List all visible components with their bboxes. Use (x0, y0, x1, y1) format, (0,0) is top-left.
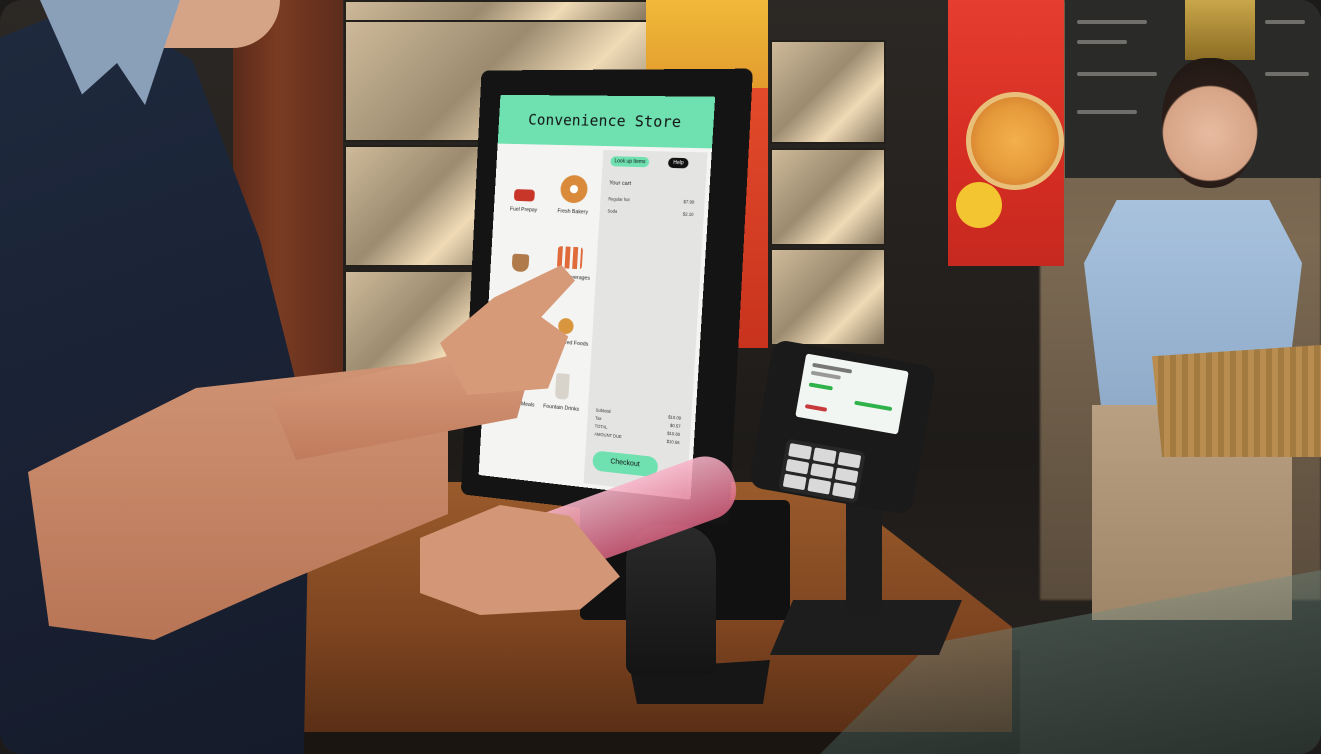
kiosk-header: Convenience Store (497, 94, 716, 149)
wall-photo-tile (770, 40, 886, 144)
checkout-button[interactable]: Checkout (592, 450, 659, 478)
barcode-scanner (626, 525, 716, 675)
keypad-key[interactable] (831, 482, 856, 499)
coffee-cup-icon (511, 253, 530, 273)
cart-item-name: Regular hot (608, 196, 630, 203)
keypad-key[interactable] (782, 473, 807, 491)
category-label: Fresh Bakery (557, 208, 589, 216)
total-label: AMOUNT DUE (594, 431, 622, 440)
terminal-cancel-bar (804, 404, 828, 412)
photo-scene: Convenience Store Fuel Prepay Fresh Bake… (0, 0, 1321, 754)
fuel-nozzle-icon (513, 188, 535, 202)
terminal-status-bar (854, 400, 893, 412)
keypad-key[interactable] (785, 458, 810, 475)
keypad-key[interactable] (810, 462, 834, 480)
category-fresh-bakery[interactable]: Fresh Bakery (547, 153, 601, 220)
pizza-poster (948, 0, 1064, 266)
category-fuel-prepay[interactable]: Fuel Prepay (499, 152, 551, 218)
keypad-key[interactable] (812, 447, 837, 464)
wall-photo-tile (770, 148, 886, 246)
total-value: $10.66 (666, 438, 680, 446)
category-label: Fuel Prepay (509, 206, 538, 214)
cart-item-price: $7.99 (683, 199, 695, 205)
wall-photo-tile (344, 0, 648, 22)
cart-item: Regular hot $7.99 (608, 196, 694, 204)
fountain-cup-icon (554, 372, 570, 400)
poster-badge (956, 182, 1002, 228)
wall-photo-tile (770, 248, 886, 346)
cart-panel: Look up Items Help Your cart Regular hot… (583, 149, 708, 496)
look-up-items-button[interactable]: Look up Items (610, 156, 650, 168)
cashier-head (1162, 58, 1258, 188)
keypad-key[interactable] (788, 443, 813, 460)
donut-icon (559, 174, 589, 204)
category-coffee[interactable] (495, 216, 547, 283)
wicker-basket (1152, 345, 1321, 457)
wall-decoration (1185, 0, 1255, 60)
terminal-text-line (810, 370, 841, 380)
cart-item-name: Soda (607, 208, 618, 214)
pizza-image (966, 92, 1064, 190)
cart-heading: Your cart (609, 180, 632, 188)
keypad-key[interactable] (834, 467, 859, 484)
keypad-key[interactable] (837, 451, 862, 469)
order-totals: Subtotal $10.09 Tax $0.57 TOTAL $10.66 AMOU… (594, 406, 681, 447)
cart-item-price: $2.10 (682, 211, 694, 217)
terminal-post (846, 495, 882, 615)
terminal-status-bar (808, 382, 833, 391)
help-button[interactable]: Help (667, 157, 690, 169)
category-label: Fountain Drinks (543, 403, 580, 413)
kiosk-title: Convenience Store (527, 110, 682, 132)
keypad-key[interactable] (807, 478, 832, 495)
cart-item: Soda $2.10 (607, 208, 693, 217)
